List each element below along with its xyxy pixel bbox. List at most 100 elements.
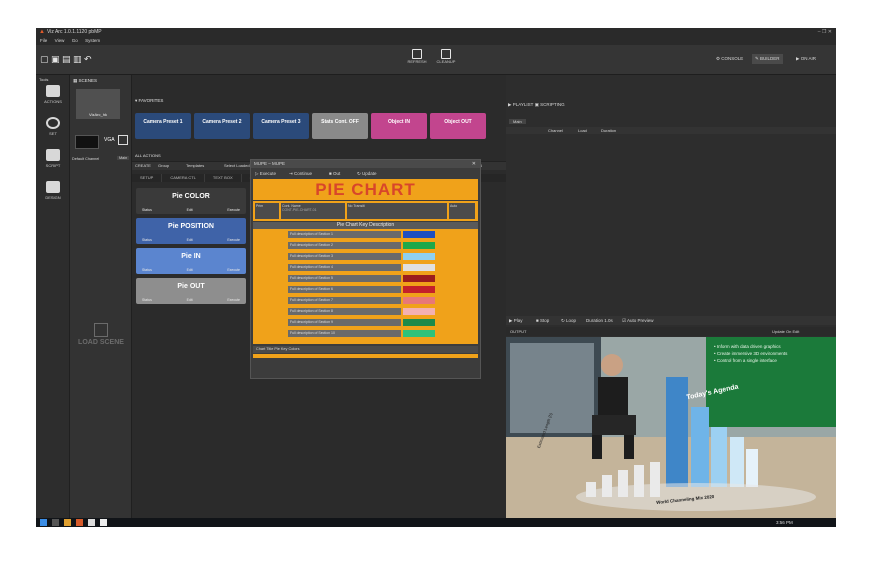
key-description-input[interactable]: Full description of Section 10 bbox=[288, 330, 401, 337]
key-description-input[interactable]: Full description of Section 8 bbox=[288, 308, 401, 315]
key-description-input[interactable]: Full description of Section 4 bbox=[288, 264, 401, 271]
favorite-preset[interactable]: Camera Preset 1 bbox=[135, 113, 191, 139]
key-description-input[interactable]: Full description of Section 7 bbox=[288, 297, 401, 304]
save-all-icon[interactable]: ▤ bbox=[62, 54, 71, 64]
action-card[interactable]: Pie OUT Status Edit Execute bbox=[136, 278, 246, 304]
builder-button[interactable]: ✎ BUILDER bbox=[752, 54, 783, 64]
cont-name-field[interactable]: Cont. Name CONT-PIE-CHART-01 bbox=[281, 203, 345, 219]
dialog-close-icon[interactable]: ✕ bbox=[472, 160, 476, 168]
menu-file[interactable]: File bbox=[40, 38, 47, 43]
favorite-preset[interactable]: Object IN bbox=[371, 113, 427, 139]
explorer-icon[interactable] bbox=[64, 519, 71, 526]
key-color-swatch[interactable] bbox=[403, 253, 435, 260]
play-button[interactable]: ▶ Play bbox=[509, 316, 522, 325]
action-card[interactable]: Pie IN Status Edit Execute bbox=[136, 248, 246, 274]
execute-button[interactable]: ▷ Execute bbox=[255, 169, 276, 178]
tab-setup[interactable]: SETUP bbox=[132, 174, 163, 182]
out-button[interactable]: ■ Out bbox=[329, 169, 340, 178]
on-air-button[interactable]: ▶ ON AIR bbox=[796, 56, 816, 62]
action-card-execute[interactable]: Execute bbox=[227, 238, 240, 242]
group-button[interactable]: Group bbox=[158, 163, 169, 168]
key-description-input[interactable]: Full description of Section 3 bbox=[288, 253, 401, 260]
favorite-preset[interactable]: Camera Preset 2 bbox=[194, 113, 250, 139]
select-loaded-button[interactable]: Select Loaded bbox=[224, 163, 250, 168]
action-card-status[interactable]: Status bbox=[142, 238, 152, 242]
scripting-tab-label[interactable]: SCRIPTING bbox=[540, 102, 565, 107]
nav-design[interactable]: DESIGN bbox=[36, 181, 70, 200]
menu-system[interactable]: System bbox=[85, 38, 100, 43]
templates-button[interactable]: Templates bbox=[186, 163, 204, 168]
action-card-edit[interactable]: Edit bbox=[187, 238, 193, 242]
stop-button[interactable]: ■ Stop bbox=[536, 316, 549, 325]
action-card-execute[interactable]: Execute bbox=[227, 208, 240, 212]
action-card-edit[interactable]: Edit bbox=[187, 208, 193, 212]
action-card[interactable]: Pie POSITION Status Edit Execute bbox=[136, 218, 246, 244]
prim-field[interactable]: Prim bbox=[255, 203, 279, 219]
save-icon[interactable]: ▣ bbox=[51, 54, 60, 64]
action-card-execute[interactable]: Execute bbox=[227, 268, 240, 272]
auto-preview-checkbox[interactable]: ☑ Auto Preview bbox=[622, 316, 654, 325]
create-button[interactable]: CREATE bbox=[135, 163, 151, 168]
open-icon[interactable]: ▥ bbox=[73, 54, 82, 64]
scene-thumbnail[interactable]: VizArc_hk bbox=[76, 89, 120, 119]
tab-camera-ctl[interactable]: CAMERA CTL bbox=[162, 174, 205, 182]
favorite-preset[interactable]: Stats Cont. OFF bbox=[312, 113, 368, 139]
main-channel-button[interactable]: Main bbox=[117, 156, 130, 160]
action-card-status[interactable]: Status bbox=[142, 268, 152, 272]
tab-text-box[interactable]: TEXT BOX bbox=[205, 174, 242, 182]
key-description-input[interactable]: Full description of Section 1 bbox=[288, 231, 401, 238]
action-card-controls: Status Edit Execute bbox=[142, 268, 240, 272]
action-card-execute[interactable]: Execute bbox=[227, 298, 240, 302]
main-subtab[interactable]: Main bbox=[509, 119, 526, 124]
key-color-swatch[interactable] bbox=[403, 286, 435, 293]
favorite-preset[interactable]: Object OUT bbox=[430, 113, 486, 139]
key-color-swatch[interactable] bbox=[403, 319, 435, 326]
action-card[interactable]: Pie COLOR Status Edit Execute bbox=[136, 188, 246, 214]
refresh-button[interactable]: REFRESH bbox=[406, 49, 428, 64]
nav-script[interactable]: SCRIPT bbox=[36, 149, 70, 168]
action-card-edit[interactable]: Edit bbox=[187, 268, 193, 272]
favorite-preset[interactable]: Camera Preset 3 bbox=[253, 113, 309, 139]
key-color-swatch[interactable] bbox=[403, 264, 435, 271]
window-controls[interactable]: – ❐ ✕ bbox=[818, 28, 832, 37]
key-color-swatch[interactable] bbox=[403, 330, 435, 337]
key-description-input[interactable]: Full description of Section 2 bbox=[288, 242, 401, 249]
cleanup-icon bbox=[441, 49, 451, 59]
app-taskbar-icon[interactable] bbox=[76, 519, 83, 526]
start-icon[interactable] bbox=[40, 519, 47, 526]
playlist-tab[interactable]: ▶ PLAYLIST ▣ SCRIPTING bbox=[508, 102, 565, 108]
loop-button[interactable]: ↻ Loop bbox=[561, 316, 576, 325]
task-view-icon[interactable] bbox=[52, 519, 59, 526]
menu-go[interactable]: Go bbox=[72, 38, 78, 43]
key-description-input[interactable]: Full description of Section 9 bbox=[288, 319, 401, 326]
action-card-edit[interactable]: Edit bbox=[187, 298, 193, 302]
key-color-swatch[interactable] bbox=[403, 242, 435, 249]
key-description-input[interactable]: Full description of Section 6 bbox=[288, 286, 401, 293]
nav-set[interactable]: SET bbox=[36, 117, 70, 136]
action-card-status[interactable]: Status bbox=[142, 208, 152, 212]
new-icon[interactable]: ▢ bbox=[40, 54, 49, 64]
key-description-input[interactable]: Full description of Section 5 bbox=[288, 275, 401, 282]
key-color-swatch[interactable] bbox=[403, 297, 435, 304]
load-scene-area[interactable]: LOAD SCENE bbox=[70, 323, 132, 346]
no-transition-field[interactable]: No Transiti bbox=[347, 203, 447, 219]
nav-actions[interactable]: ACTIONS bbox=[36, 85, 70, 104]
undo-icon[interactable]: ↶ bbox=[84, 54, 92, 64]
console-button[interactable]: ⚙ CONSOLE bbox=[716, 56, 743, 62]
update-on-edit-toggle[interactable]: Update On Edit bbox=[772, 327, 799, 336]
key-color-swatch[interactable] bbox=[403, 275, 435, 282]
continue-button[interactable]: ⇥ Continue bbox=[289, 169, 312, 178]
auto-field[interactable]: Auto bbox=[449, 203, 475, 219]
key-color-swatch[interactable] bbox=[403, 231, 435, 238]
menu-view[interactable]: View bbox=[55, 38, 65, 43]
update-button[interactable]: ↻ Update bbox=[357, 169, 377, 178]
app2-icon[interactable] bbox=[100, 519, 107, 526]
nav-set-label: SET bbox=[49, 131, 57, 136]
load-scene-label: LOAD SCENE bbox=[78, 339, 124, 346]
vga-toggle-icon[interactable] bbox=[118, 135, 128, 145]
key-color-swatch[interactable] bbox=[403, 308, 435, 315]
cleanup-button[interactable]: CLEANUP bbox=[434, 49, 458, 64]
chat-icon[interactable] bbox=[88, 519, 95, 526]
action-card-status[interactable]: Status bbox=[142, 298, 152, 302]
duration-field[interactable]: Duration 1.0s bbox=[586, 316, 613, 325]
